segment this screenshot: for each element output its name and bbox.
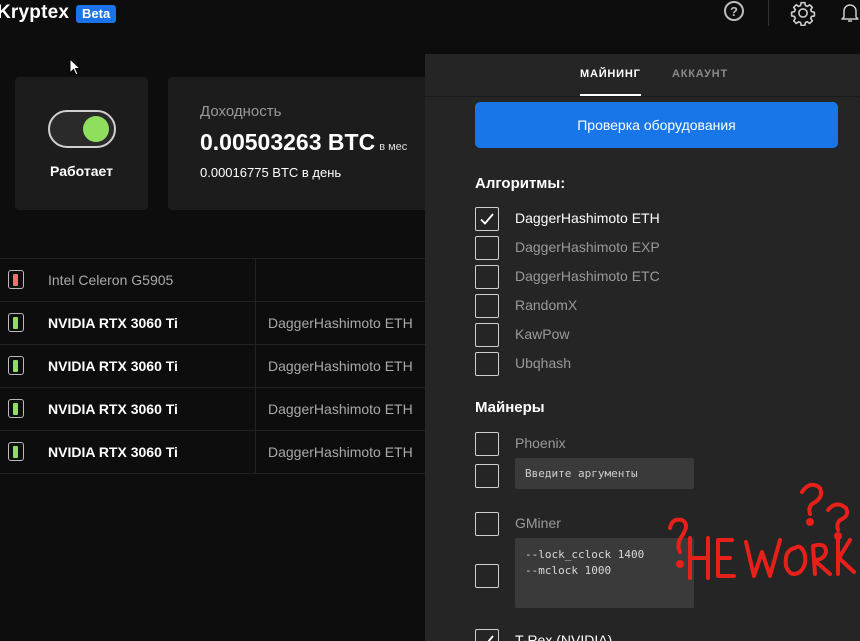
device-status-indicator <box>8 356 24 375</box>
miner-label: T-Rex (NVIDIA) <box>515 632 613 641</box>
algorithm-label: Ubqhash <box>515 355 572 371</box>
gear-icon[interactable] <box>790 0 816 26</box>
top-bar: Kryptex Beta ? <box>0 0 860 30</box>
cursor-icon <box>69 58 81 76</box>
algorithm-checkbox[interactable] <box>475 323 499 347</box>
column-divider <box>255 302 256 344</box>
device-status-indicator <box>8 270 24 289</box>
device-row[interactable]: NVIDIA RTX 3060 Ti DaggerHashimoto ETH <box>0 430 426 474</box>
tab-account[interactable]: АККАУНТ <box>672 68 728 80</box>
device-row[interactable]: Intel Celeron G5905 <box>0 258 426 301</box>
column-divider <box>255 345 256 387</box>
algorithm-label: KawPow <box>515 326 570 342</box>
check-icon <box>480 213 494 225</box>
help-icon[interactable]: ? <box>724 1 744 21</box>
earnings-main: 0.00503263 BTC в мес <box>200 129 407 156</box>
device-status-indicator <box>8 313 24 332</box>
device-status-indicator <box>8 442 24 461</box>
miner-checkbox[interactable] <box>475 629 499 641</box>
check-hardware-button[interactable]: Проверка оборудования <box>475 102 838 148</box>
tab-mining[interactable]: МАЙНИНГ <box>580 68 641 96</box>
device-row[interactable]: NVIDIA RTX 3060 Ti DaggerHashimoto ETH <box>0 344 426 387</box>
device-row[interactable]: NVIDIA RTX 3060 Ti DaggerHashimoto ETH <box>0 301 426 344</box>
column-divider <box>255 388 256 430</box>
earnings-card: Доходность 0.00503263 BTC в мес 0.0001677… <box>168 77 428 210</box>
device-algorithm: DaggerHashimoto ETH <box>268 358 413 374</box>
device-name: NVIDIA RTX 3060 Ti <box>48 401 178 417</box>
indicator-bar <box>13 274 18 286</box>
device-row[interactable]: NVIDIA RTX 3060 Ti DaggerHashimoto ETH <box>0 387 426 430</box>
check-icon <box>481 635 494 641</box>
app-logo: Kryptex <box>0 2 70 23</box>
miner-args-checkbox[interactable] <box>475 564 499 588</box>
device-name: NVIDIA RTX 3060 Ti <box>48 358 178 374</box>
miner-args-checkbox[interactable] <box>475 464 499 488</box>
indicator-bar <box>13 317 18 329</box>
algorithms-title: Алгоритмы: <box>475 175 566 192</box>
earnings-unit: в мес <box>379 141 408 153</box>
status-label: Работает <box>50 163 113 179</box>
algorithm-checkbox[interactable] <box>475 352 499 376</box>
algorithm-label: DaggerHashimoto ETH <box>515 210 660 226</box>
device-name: Intel Celeron G5905 <box>48 272 174 288</box>
earnings-per-day: 0.00016775 BTC в день <box>200 165 342 180</box>
device-algorithm: DaggerHashimoto ETH <box>268 401 413 417</box>
status-card: Работает <box>15 77 148 210</box>
earnings-title: Доходность <box>200 103 282 120</box>
divider <box>768 0 769 26</box>
device-algorithm: DaggerHashimoto ETH <box>268 444 413 460</box>
indicator-bar <box>13 446 18 458</box>
column-divider <box>255 431 256 473</box>
device-status-indicator <box>8 399 24 418</box>
algorithm-checkbox[interactable] <box>475 207 499 231</box>
miner-label: Phoenix <box>515 435 566 451</box>
device-algorithm: DaggerHashimoto ETH <box>268 315 413 331</box>
algorithm-checkbox[interactable] <box>475 265 499 289</box>
device-name: NVIDIA RTX 3060 Ti <box>48 444 178 460</box>
algorithm-checkbox[interactable] <box>475 294 499 318</box>
miners-title: Майнеры <box>475 399 545 416</box>
mining-toggle[interactable] <box>48 110 116 148</box>
settings-tabs: МАЙНИНГ АККАУНТ <box>425 54 860 97</box>
handwritten-annotation <box>668 482 856 580</box>
column-divider <box>255 259 256 301</box>
device-name: NVIDIA RTX 3060 Ti <box>48 315 178 331</box>
bell-icon[interactable] <box>838 0 860 24</box>
device-list: Intel Celeron G5905 NVIDIA RTX 3060 Ti D… <box>0 258 426 474</box>
miner-label: GMiner <box>515 515 561 531</box>
indicator-bar <box>13 403 18 415</box>
algorithm-label: DaggerHashimoto EXP <box>515 239 660 255</box>
miner-checkbox[interactable] <box>475 512 499 536</box>
algorithm-checkbox[interactable] <box>475 236 499 260</box>
earnings-value: 0.00503263 BTC <box>200 129 376 155</box>
algorithm-label: DaggerHashimoto ETC <box>515 268 660 284</box>
algorithm-label: RandomX <box>515 297 578 313</box>
toggle-knob <box>83 116 109 142</box>
miner-checkbox[interactable] <box>475 432 499 456</box>
indicator-bar <box>13 360 18 372</box>
beta-badge: Beta <box>76 5 117 23</box>
